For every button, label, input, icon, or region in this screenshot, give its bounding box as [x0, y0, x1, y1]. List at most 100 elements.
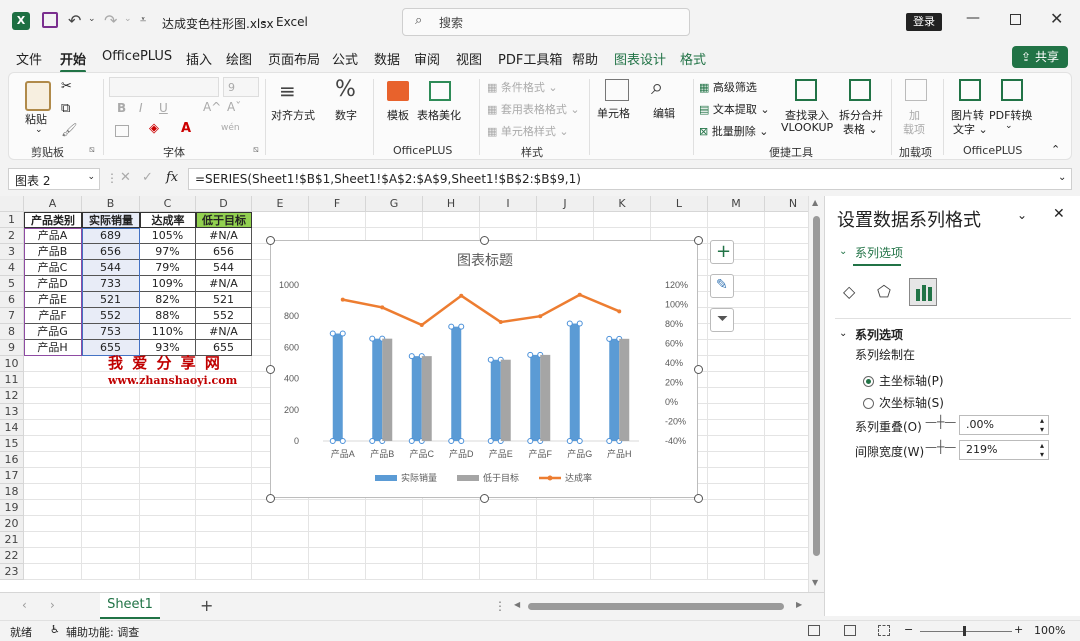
cell[interactable] [708, 212, 765, 228]
cell[interactable] [765, 452, 808, 468]
cancel-icon[interactable]: ✕ [120, 170, 131, 185]
series-options-tab[interactable]: 系列选项 [855, 244, 903, 261]
cell[interactable] [594, 564, 651, 580]
cell[interactable] [252, 516, 309, 532]
cell[interactable] [196, 484, 252, 500]
select-all-corner[interactable] [0, 196, 24, 212]
cell[interactable] [24, 548, 82, 564]
data-cell[interactable]: 521 [196, 292, 252, 308]
collapse-ribbon-icon[interactable]: ⌃ [1051, 143, 1060, 156]
sheet-tab-sheet1[interactable]: Sheet1 [100, 593, 160, 619]
column-header-M[interactable]: M [708, 196, 765, 212]
cell[interactable] [196, 500, 252, 516]
cell[interactable] [651, 516, 708, 532]
cell[interactable] [708, 532, 765, 548]
undo-dropdown-icon[interactable]: ⌄ [88, 14, 96, 24]
addins-label-2[interactable]: 载项 [903, 121, 925, 137]
table-beautify-icon[interactable] [429, 81, 451, 101]
phonetic-icon[interactable]: wén [221, 123, 240, 133]
row-header-22[interactable]: 22 [0, 548, 24, 564]
cell[interactable] [708, 356, 765, 372]
maximize-icon[interactable] [1010, 14, 1021, 25]
row-header-17[interactable]: 17 [0, 468, 24, 484]
tab-officeplus[interactable]: OfficePLUS [102, 49, 172, 64]
tab-view[interactable]: 视图 [456, 49, 482, 68]
accessibility-status[interactable]: 辅助功能: 调查 [66, 624, 139, 640]
cell[interactable] [82, 548, 140, 564]
tab-draw[interactable]: 绘图 [226, 49, 252, 68]
pane-options-icon[interactable]: ⌄ [1017, 208, 1027, 222]
cell[interactable] [765, 372, 808, 388]
scroll-down-icon[interactable]: ▼ [812, 578, 818, 587]
cell[interactable] [537, 516, 594, 532]
data-cell[interactable]: 105% [140, 228, 196, 244]
scroll-up-icon[interactable]: ▲ [812, 198, 818, 207]
cell[interactable] [82, 532, 140, 548]
cell[interactable] [366, 212, 423, 228]
cell[interactable] [651, 548, 708, 564]
column-header-J[interactable]: J [537, 196, 594, 212]
cell[interactable] [196, 532, 252, 548]
column-header-H[interactable]: H [423, 196, 480, 212]
tab-formulas[interactable]: 公式 [332, 49, 358, 68]
zoom-slider-thumb[interactable] [963, 626, 966, 636]
edit-search-icon[interactable]: ⌕ [651, 75, 663, 100]
overlap-input[interactable]: .00% ▴ ▾ [959, 415, 1049, 435]
normal-view-icon[interactable] [808, 625, 820, 636]
cell[interactable] [82, 388, 140, 404]
login-button[interactable]: 登录 [906, 13, 942, 31]
customize-toolbar-icon[interactable]: ⩡ [140, 13, 146, 27]
cell-style-button[interactable]: ▦ 单元格样式 ⌄ [487, 123, 569, 139]
vlookup-label[interactable]: VLOOKUP [781, 121, 833, 134]
cell[interactable] [24, 404, 82, 420]
redo-dropdown-icon[interactable]: ⌄ [124, 14, 132, 24]
zoom-slider[interactable] [920, 631, 1012, 632]
row-header-20[interactable]: 20 [0, 516, 24, 532]
cell[interactable] [252, 548, 309, 564]
horizontal-scroll-thumb[interactable] [528, 603, 784, 610]
cell[interactable] [708, 548, 765, 564]
tab-split-icon[interactable]: ⋮ [494, 599, 506, 613]
fill-line-icon[interactable]: ◇ [843, 282, 855, 301]
cell[interactable] [24, 452, 82, 468]
row-header-21[interactable]: 21 [0, 532, 24, 548]
cell[interactable] [708, 436, 765, 452]
cell[interactable] [140, 532, 196, 548]
template-label[interactable]: 模板 [387, 107, 409, 123]
chart-resize-handle[interactable] [694, 236, 703, 245]
cell[interactable] [651, 564, 708, 580]
cell[interactable] [196, 404, 252, 420]
close-icon[interactable]: ✕ [1050, 9, 1063, 28]
vertical-scrollbar[interactable]: ▲ ▼ [808, 196, 824, 592]
chart-elements-button[interactable]: + [710, 240, 734, 264]
cell[interactable] [594, 532, 651, 548]
font-launcher-icon[interactable]: ⧅ [253, 145, 259, 155]
header-cell[interactable]: 达成率 [140, 212, 196, 228]
tab-chevron-icon[interactable]: ⌄ [839, 246, 847, 257]
cell[interactable] [309, 532, 366, 548]
split-merge-icon[interactable] [849, 79, 871, 101]
column-header-L[interactable]: L [651, 196, 708, 212]
effects-icon[interactable]: ⬠ [877, 282, 891, 301]
cell[interactable] [24, 532, 82, 548]
cell[interactable] [423, 516, 480, 532]
row-header-1[interactable]: 1 [0, 212, 24, 228]
clipboard-launcher-icon[interactable]: ⧅ [89, 145, 95, 155]
table-beautify-label[interactable]: 表格美化 [417, 107, 461, 123]
cell[interactable] [537, 500, 594, 516]
cell[interactable] [594, 516, 651, 532]
data-cell[interactable]: #N/A [196, 228, 252, 244]
column-header-D[interactable]: D [196, 196, 252, 212]
cell[interactable] [24, 420, 82, 436]
cell[interactable] [765, 356, 808, 372]
copy-icon[interactable]: ⧉ [61, 101, 70, 116]
cell[interactable] [594, 548, 651, 564]
increase-font-icon[interactable]: A^ [203, 100, 221, 114]
data-cell[interactable]: 产品A [24, 228, 82, 244]
cell[interactable] [82, 564, 140, 580]
tab-pdf-tools[interactable]: PDF工具箱 [498, 49, 562, 68]
redo-icon[interactable]: ↷ [104, 11, 117, 30]
chart-resize-handle[interactable] [694, 365, 703, 374]
data-cell[interactable]: 521 [82, 292, 140, 308]
column-header-A[interactable]: A [24, 196, 82, 212]
